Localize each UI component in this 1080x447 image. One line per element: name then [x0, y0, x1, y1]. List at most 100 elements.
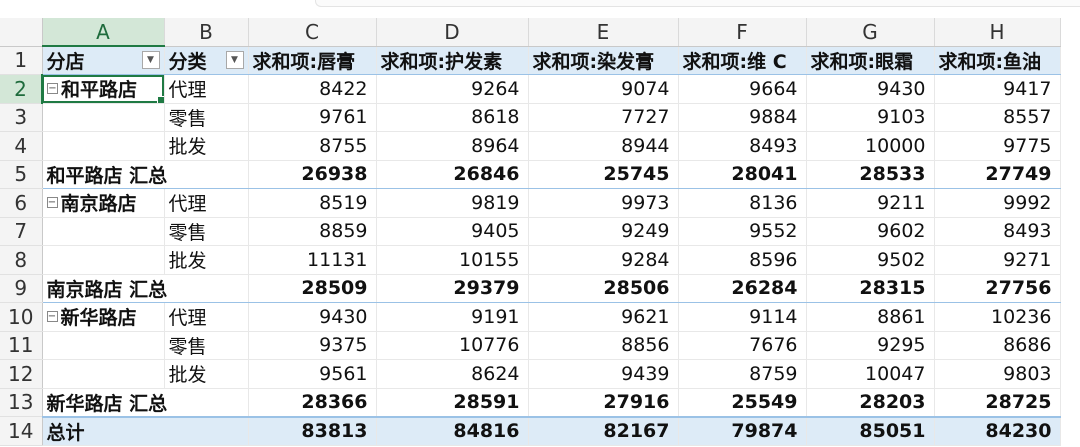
collapse-minus-icon[interactable]: −: [47, 83, 58, 95]
header-cell[interactable]: 求和项:护发素: [376, 46, 529, 75]
subtotal-cell[interactable]: 28041: [678, 159, 807, 189]
value-cell[interactable]: 8859: [248, 217, 377, 246]
value-cell[interactable]: 9114: [678, 302, 807, 332]
category-cell[interactable]: 代理: [164, 188, 249, 218]
row-header[interactable]: 8: [0, 245, 43, 275]
value-cell[interactable]: 9430: [806, 74, 935, 104]
category-cell[interactable]: 代理: [164, 302, 249, 332]
grand-total-cell[interactable]: 82167: [528, 415, 679, 446]
subtotal-cell[interactable]: 26846: [376, 159, 529, 189]
category-cell[interactable]: 批发: [164, 131, 249, 161]
value-cell[interactable]: 7676: [678, 331, 807, 360]
column-header-a[interactable]: A: [42, 18, 165, 47]
grand-total-cell[interactable]: 79874: [678, 415, 807, 446]
subtotal-cell[interactable]: 28509: [248, 273, 377, 303]
subtotal-cell[interactable]: 25745: [528, 159, 679, 189]
row-header[interactable]: 6: [0, 188, 43, 218]
value-cell[interactable]: 8136: [678, 188, 807, 218]
value-cell[interactable]: 8686: [934, 331, 1061, 360]
subtotal-cell[interactable]: 28315: [806, 273, 935, 303]
store-cell[interactable]: [42, 359, 165, 389]
store-cell[interactable]: [42, 217, 165, 246]
grand-total-cell[interactable]: 85051: [806, 415, 935, 446]
dropdown-arrow-icon[interactable]: ▼: [141, 51, 160, 69]
subtotal-cell[interactable]: 28506: [528, 273, 679, 303]
value-cell[interactable]: 9295: [806, 331, 935, 360]
subtotal-cell[interactable]: 28591: [376, 387, 529, 417]
value-cell[interactable]: 9430: [248, 302, 377, 332]
subtotal-label[interactable]: 和平路店 汇总: [42, 159, 249, 189]
subtotal-cell[interactable]: 29379: [376, 273, 529, 303]
subtotal-cell[interactable]: 27749: [934, 159, 1061, 189]
category-cell[interactable]: 批发: [164, 245, 249, 275]
pivot-field-store[interactable]: 分店 ▼: [42, 46, 165, 75]
collapse-minus-icon[interactable]: −: [46, 311, 58, 323]
value-cell[interactable]: 9211: [806, 188, 935, 218]
column-header-h[interactable]: H: [934, 18, 1061, 47]
value-cell[interactable]: 9992: [934, 188, 1061, 218]
subtotal-cell[interactable]: 28533: [806, 159, 935, 189]
store-cell[interactable]: [42, 245, 165, 275]
value-cell[interactable]: 9602: [806, 217, 935, 246]
value-cell[interactable]: 9264: [376, 74, 529, 104]
category-cell[interactable]: 批发: [164, 359, 249, 389]
header-cell[interactable]: 求和项:染发膏: [528, 46, 679, 75]
row-header[interactable]: 3: [0, 103, 43, 132]
value-cell[interactable]: 10047: [806, 359, 935, 389]
category-cell[interactable]: 零售: [164, 331, 249, 360]
subtotal-cell[interactable]: 26284: [678, 273, 807, 303]
value-cell[interactable]: 8624: [376, 359, 529, 389]
value-cell[interactable]: 9552: [678, 217, 807, 246]
grand-total-cell[interactable]: 84230: [934, 415, 1061, 446]
subtotal-cell[interactable]: 28203: [806, 387, 935, 417]
row-header[interactable]: 14: [0, 416, 43, 446]
subtotal-cell[interactable]: 27916: [528, 387, 679, 417]
grand-total-cell[interactable]: 84816: [376, 415, 529, 446]
subtotal-cell[interactable]: 27756: [934, 273, 1061, 303]
value-cell[interactable]: 9664: [678, 74, 807, 104]
value-cell[interactable]: 9973: [528, 188, 679, 218]
value-cell[interactable]: 10155: [376, 245, 529, 275]
select-all-corner[interactable]: [0, 18, 43, 47]
value-cell[interactable]: 9761: [248, 103, 377, 132]
value-cell[interactable]: 8944: [528, 131, 679, 161]
value-cell[interactable]: 9561: [248, 359, 377, 389]
value-cell[interactable]: 8759: [678, 359, 807, 389]
subtotal-cell[interactable]: 26938: [248, 159, 377, 189]
value-cell[interactable]: 9284: [528, 245, 679, 275]
value-cell[interactable]: 8964: [376, 131, 529, 161]
value-cell[interactable]: 8557: [934, 103, 1061, 132]
value-cell[interactable]: 8755: [248, 131, 377, 161]
column-header-g[interactable]: G: [806, 18, 935, 47]
column-header-b[interactable]: B: [164, 18, 249, 47]
row-header[interactable]: 4: [0, 131, 43, 161]
value-cell[interactable]: 9417: [934, 74, 1061, 104]
store-cell[interactable]: − 南京路店: [42, 188, 165, 218]
subtotal-label[interactable]: 南京路店 汇总: [42, 273, 249, 303]
value-cell[interactable]: 8596: [678, 245, 807, 275]
value-cell[interactable]: 8861: [806, 302, 935, 332]
grand-total-label[interactable]: 总计: [42, 415, 249, 446]
column-header-c[interactable]: C: [248, 18, 377, 47]
row-header[interactable]: 13: [0, 388, 43, 417]
store-cell[interactable]: [42, 131, 165, 161]
value-cell[interactable]: 9884: [678, 103, 807, 132]
value-cell[interactable]: 11131: [248, 245, 377, 275]
row-header[interactable]: 1: [0, 46, 43, 75]
row-header[interactable]: 11: [0, 331, 43, 360]
value-cell[interactable]: 9775: [934, 131, 1061, 161]
dropdown-arrow-icon[interactable]: ▼: [225, 50, 244, 69]
subtotal-cell[interactable]: 28725: [934, 387, 1061, 417]
value-cell[interactable]: 7727: [528, 103, 679, 132]
category-cell[interactable]: 零售: [164, 103, 249, 132]
value-cell[interactable]: 9502: [806, 245, 935, 275]
value-cell[interactable]: 10000: [806, 131, 935, 161]
value-cell[interactable]: 9074: [528, 74, 679, 104]
value-cell[interactable]: 8618: [376, 103, 529, 132]
store-cell[interactable]: [42, 103, 165, 132]
store-cell[interactable]: − 和平路店: [42, 74, 165, 104]
row-header[interactable]: 2: [0, 74, 43, 104]
store-cell[interactable]: − 新华路店: [42, 302, 165, 332]
value-cell[interactable]: 8493: [678, 131, 807, 161]
value-cell[interactable]: 9439: [528, 359, 679, 389]
